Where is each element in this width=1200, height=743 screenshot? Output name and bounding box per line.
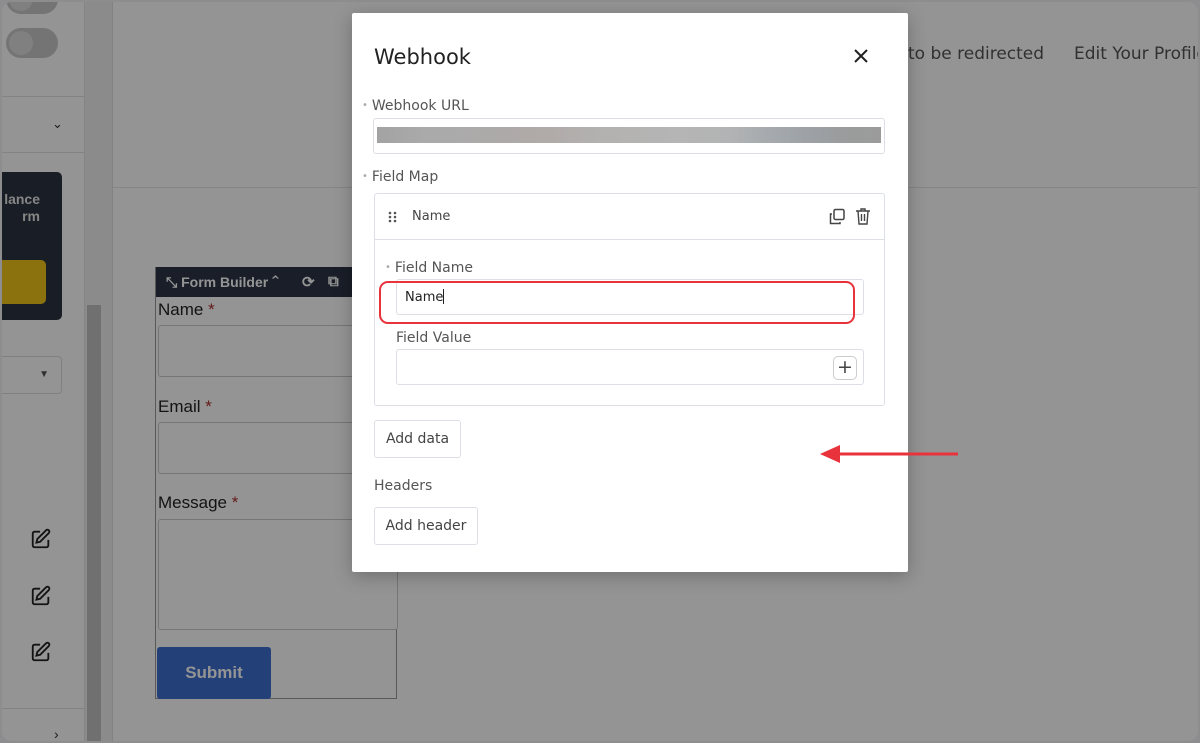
add-header-button[interactable]: Add header [374,507,478,545]
duplicate-icon[interactable] [828,208,846,226]
close-icon[interactable] [850,45,872,67]
annotation-arrow [820,445,958,463]
field-value-label: Field Value [396,330,472,346]
annotation-highlight [379,281,855,324]
drag-handle-icon[interactable] [388,211,398,223]
dialog-title: Webhook [374,45,471,69]
field-map-item-name: Name [412,209,451,224]
add-data-button[interactable]: Add data [374,420,461,458]
headers-label: Headers [374,478,433,494]
trash-icon[interactable] [855,207,871,225]
plus-icon[interactable]: + [833,356,857,380]
field-value-input[interactable]: + [396,349,864,385]
webhook-url-input[interactable] [373,118,885,154]
field-map-label: • Field Map [362,169,439,185]
webhook-url-label: • Webhook URL [362,98,469,114]
webhook-dialog: Webhook • Webhook URL • Field Map Name • Fi… [352,13,958,572]
field-map-item-header: Name [375,194,884,240]
field-map-item: Name • Field Name Name Field Value + [374,193,885,406]
redacted-url [377,127,881,143]
field-name-label: • Field Name [385,260,473,276]
